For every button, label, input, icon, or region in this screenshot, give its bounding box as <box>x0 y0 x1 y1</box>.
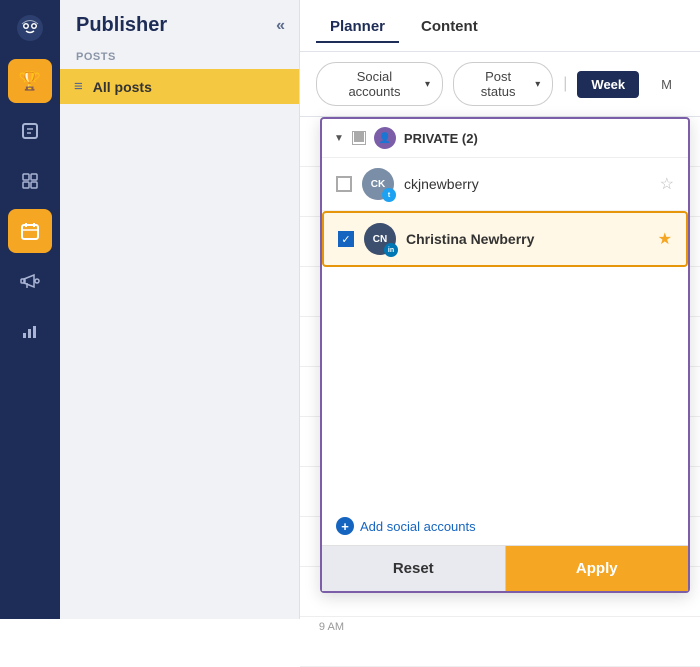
christina-name: Christina Newberry <box>406 231 648 247</box>
post-status-filter[interactable]: Post status ▾ <box>453 62 553 106</box>
christina-star-icon[interactable]: ★ <box>658 229 672 249</box>
ckjnewberry-name: ckjnewberry <box>404 176 650 192</box>
tab-planner[interactable]: Planner <box>316 12 399 43</box>
posts-section-label: POSTS <box>60 47 299 69</box>
add-social-plus-icon: + <box>336 517 354 535</box>
apply-button[interactable]: Apply <box>506 546 689 591</box>
ckjnewberry-avatar: CK t <box>362 168 394 200</box>
publisher-header: Publisher « <box>60 0 299 47</box>
ckjnewberry-checkbox[interactable] <box>336 176 352 192</box>
social-accounts-filter[interactable]: Social accounts ▾ <box>316 62 443 106</box>
add-social-label: Add social accounts <box>360 519 476 534</box>
reset-button[interactable]: Reset <box>322 546 506 591</box>
social-accounts-chevron-icon: ▾ <box>425 79 430 90</box>
content-area: Planner Content Social accounts ▾ Post s… <box>300 0 700 619</box>
calendar-sidebar-icon[interactable] <box>8 209 52 253</box>
tab-bar: Planner Content <box>300 0 700 52</box>
publisher-panel: Publisher « POSTS ≡ All posts <box>60 0 300 619</box>
ckjnewberry-star-icon[interactable]: ☆ <box>660 174 674 194</box>
time-label-9am: 9 AM <box>300 617 350 633</box>
grid-sidebar-icon[interactable] <box>8 159 52 203</box>
social-accounts-dropdown: ▼ 👤 PRIVATE (2) CK t ckjnewberry ☆ ✓ <box>320 117 690 593</box>
all-posts-nav-item[interactable]: ≡ All posts <box>60 69 299 104</box>
dropdown-group-header: ▼ 👤 PRIVATE (2) <box>322 119 688 158</box>
christina-checkbox[interactable]: ✓ <box>338 231 354 247</box>
twitter-badge-icon: t <box>382 188 396 202</box>
group-avatar-icon: 👤 <box>374 127 396 149</box>
chart-sidebar-icon[interactable] <box>8 309 52 353</box>
collapse-icon[interactable]: « <box>276 17 285 35</box>
filter-separator: | <box>563 75 567 93</box>
social-accounts-label: Social accounts <box>329 69 420 99</box>
edit-sidebar-icon[interactable] <box>8 109 52 153</box>
post-status-chevron-icon: ▾ <box>535 79 540 90</box>
filter-bar: Social accounts ▾ Post status ▾ | Week M <box>300 52 700 117</box>
tab-content[interactable]: Content <box>407 12 492 43</box>
group-expand-icon[interactable]: ▼ <box>334 133 344 144</box>
post-status-label: Post status <box>466 69 530 99</box>
linkedin-badge-icon: in <box>384 243 398 257</box>
add-social-accounts[interactable]: + Add social accounts <box>322 507 688 545</box>
week-button[interactable]: Week <box>577 71 639 98</box>
group-label: PRIVATE (2) <box>404 131 478 146</box>
calendar-body: G-0 12 1 2 3 4 5 6 7 <box>300 117 700 667</box>
dropdown-empty-space <box>322 267 688 507</box>
sidebar: 🏆 <box>0 0 60 619</box>
megaphone-sidebar-icon[interactable] <box>8 259 52 303</box>
christina-avatar: CN in <box>364 223 396 255</box>
all-posts-icon: ≡ <box>74 78 83 95</box>
trophy-sidebar-icon[interactable]: 🏆 <box>8 59 52 103</box>
month-button[interactable]: M <box>649 71 684 98</box>
logo-icon <box>12 10 48 46</box>
time-row-9am: 9 AM <box>300 617 700 667</box>
dropdown-item-ckjnewberry[interactable]: CK t ckjnewberry ☆ <box>322 158 688 211</box>
publisher-title: Publisher <box>76 14 167 37</box>
group-checkbox[interactable] <box>352 131 366 145</box>
all-posts-label: All posts <box>93 79 152 95</box>
dropdown-footer: Reset Apply <box>322 545 688 591</box>
dropdown-item-christina[interactable]: ✓ CN in Christina Newberry ★ <box>322 211 688 267</box>
